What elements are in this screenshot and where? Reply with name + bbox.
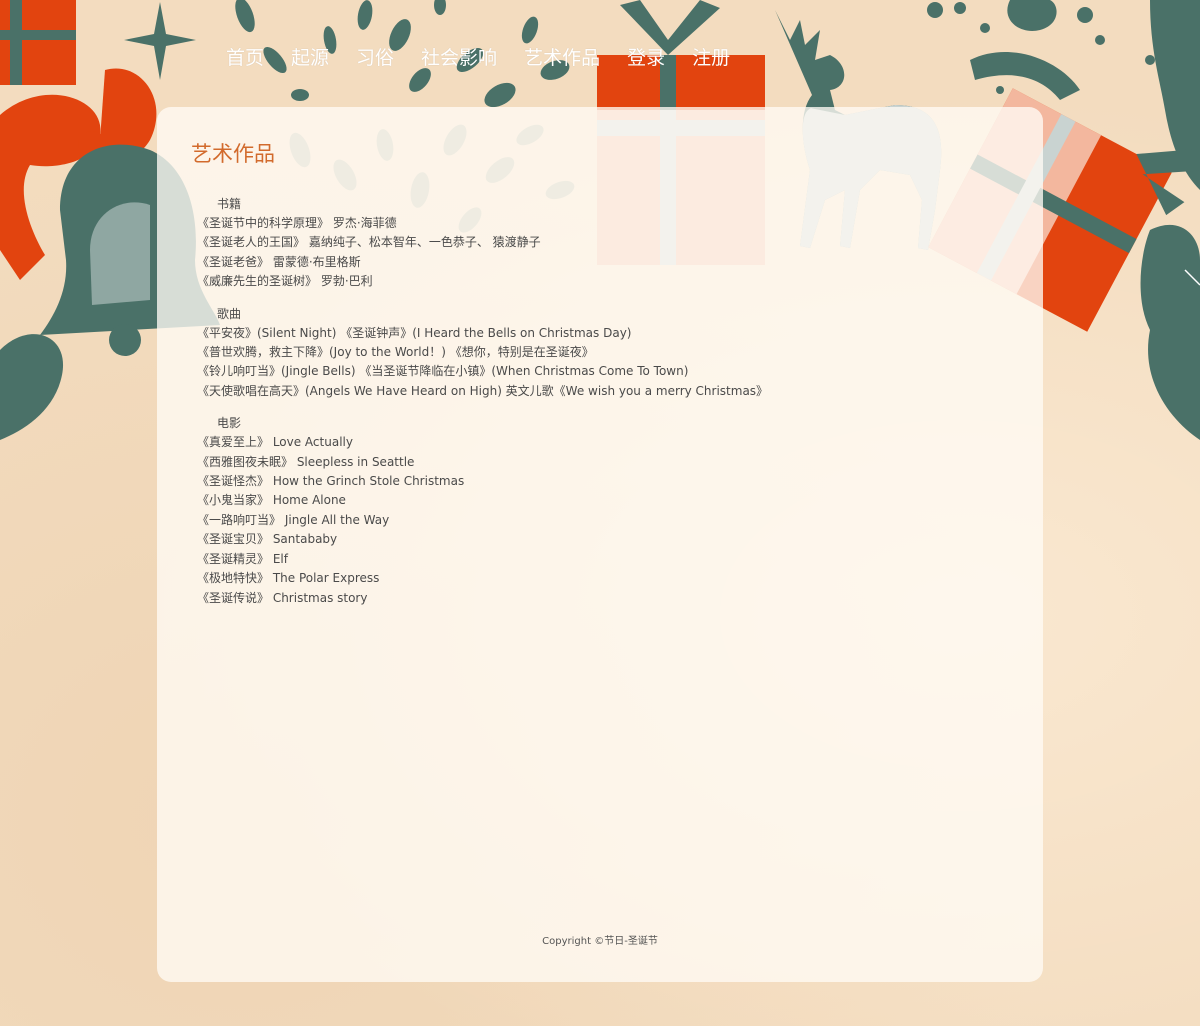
leaf-icon xyxy=(0,334,64,440)
list-item: 《圣诞传说》 Christmas story xyxy=(197,590,368,605)
section-heading: 歌曲 xyxy=(217,306,242,321)
books-section: 书籍 《圣诞节中的科学原理》 罗杰·海菲德 《圣诞老人的王国》 嘉纳纯子、松本智… xyxy=(197,194,768,292)
star-icon xyxy=(124,2,196,80)
holly-leaf-icon xyxy=(1140,224,1200,440)
nav-item-artworks[interactable]: 艺术作品 xyxy=(524,44,600,74)
list-item: 《圣诞怪杰》 How the Grinch Stole Christmas xyxy=(197,474,465,489)
nav-item-register[interactable]: 注册 xyxy=(692,44,730,74)
section-heading: 书籍 xyxy=(217,197,242,211)
list-item: 《真爱至上》 Love Actually xyxy=(197,435,353,450)
nav-item-home[interactable]: 首页 xyxy=(226,44,264,74)
list-item: 《一路响叮当》 Jingle All the Way xyxy=(197,512,390,527)
section-heading: 电影 xyxy=(217,416,242,431)
list-item: 《圣诞老爸》 雷蒙德·布里格斯 xyxy=(197,254,361,269)
nav-item-social-impact[interactable]: 社会影响 xyxy=(421,44,497,74)
list-item: 《西雅图夜未眠》 Sleepless in Seattle xyxy=(197,454,415,469)
list-item: 《普世欢腾，救主下降》(Joy to the World！) 《想你，特别是在圣… xyxy=(197,345,594,360)
list-item: 《圣诞节中的科学原理》 罗杰·海菲德 xyxy=(197,216,397,230)
main-nav: 首页 起源 习俗 社会影响 艺术作品 登录 注册 xyxy=(226,44,757,74)
nav-item-origin[interactable]: 起源 xyxy=(291,44,329,74)
list-item: 《极地特快》 The Polar Express xyxy=(197,571,380,586)
nav-item-customs[interactable]: 习俗 xyxy=(356,44,394,74)
list-item: 《天使歌唱在高天》(Angels We Have Heard on High) … xyxy=(197,383,769,398)
gift-box-icon xyxy=(0,0,76,85)
list-item: 《圣诞老人的王国》 嘉纳纯子、松本智年、一色恭子、 猿渡静子 xyxy=(197,235,541,250)
list-item: 《圣诞精灵》 Elf xyxy=(197,551,288,566)
list-item: 《平安夜》(Silent Night) 《圣诞钟声》(I Heard the B… xyxy=(197,325,632,340)
nav-item-login[interactable]: 登录 xyxy=(627,44,665,74)
songs-section: 歌曲 《平安夜》(Silent Night) 《圣诞钟声》(I Heard th… xyxy=(197,304,768,402)
page-title: 艺术作品 xyxy=(191,142,275,166)
list-item: 《圣诞宝贝》 Santababy xyxy=(197,532,338,547)
footer-copyright: Copyright ©节日-圣诞节 xyxy=(542,936,658,947)
list-item: 《铃儿响叮当》(Jingle Bells) 《当圣诞节降临在小镇》(When C… xyxy=(197,364,689,379)
list-item: 《小鬼当家》 Home Alone xyxy=(197,493,346,508)
artworks-content: 书籍 《圣诞节中的科学原理》 罗杰·海菲德 《圣诞老人的王国》 嘉纳纯子、松本智… xyxy=(197,194,768,620)
list-item: 《威廉先生的圣诞树》 罗勃·巴利 xyxy=(197,274,373,289)
movies-section: 电影 《真爱至上》 Love Actually 《西雅图夜未眠》 Sleeple… xyxy=(197,413,768,608)
